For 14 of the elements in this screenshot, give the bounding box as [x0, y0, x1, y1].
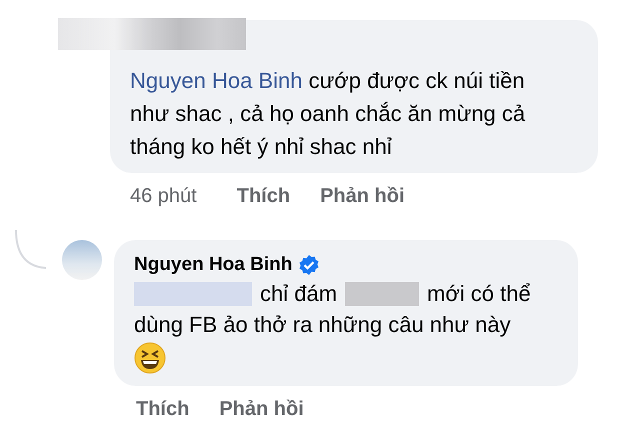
action-link[interactable]: Phản hồi [219, 398, 304, 421]
comment-text: Nguyen Hoa Binh cướp được ck núi tiền như shac , cả họ oanh chắc ăn mừng cả tháng ko hết ý nhỉ shac nhỉ [130, 67, 526, 161]
action-link[interactable]: Phản hồi [320, 185, 405, 208]
mention-link[interactable]: Nguyen Hoa Binh [130, 68, 302, 93]
laughing-face-icon [134, 342, 166, 374]
comment-text: mới có thể [427, 280, 531, 308]
action-link[interactable]: Thích [136, 398, 190, 421]
comment-text: chỉ đám [260, 280, 338, 308]
avatar[interactable] [62, 240, 102, 280]
comment-text: dùng FB ảo thở ra những câu như này [134, 311, 511, 339]
author-name[interactable]: Nguyen Hoa Binh [134, 254, 292, 276]
timestamp: 46 phút [130, 185, 197, 208]
action-link[interactable]: Thích [236, 185, 290, 208]
thread-line [14, 230, 48, 270]
